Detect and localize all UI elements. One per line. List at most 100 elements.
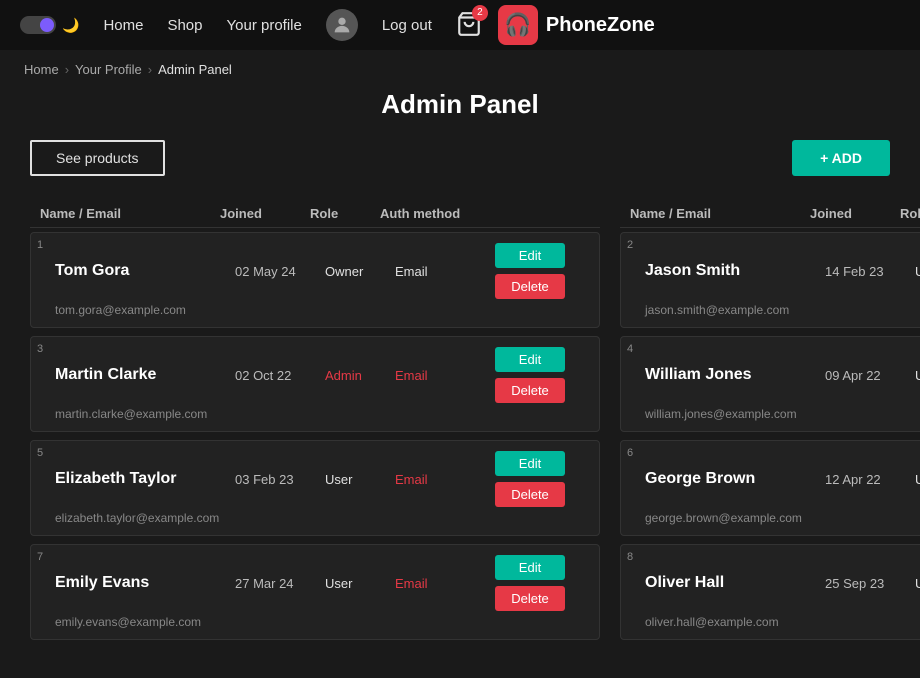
row-number: 4	[627, 343, 633, 355]
card-actions: Edit Delete	[495, 555, 585, 611]
see-products-button[interactable]: See products	[30, 140, 165, 176]
navbar: 🌙 Home Shop Your profile Log out 2 🎧	[0, 0, 920, 50]
delete-button[interactable]: Delete	[495, 482, 565, 507]
breadcrumb: Home › Your Profile › Admin Panel	[0, 50, 920, 89]
user-email: martin.clarke@example.com	[45, 407, 585, 421]
left-user-list: 1 Tom Gora 02 May 24 Owner Email Edit De…	[30, 232, 600, 640]
edit-button[interactable]: Edit	[495, 555, 565, 580]
table-row: 7 Emily Evans 27 Mar 24 User Email Edit …	[30, 544, 600, 640]
user-role: User	[915, 264, 920, 279]
user-email: emily.evans@example.com	[45, 615, 585, 629]
user-joined: 03 Feb 23	[235, 472, 325, 487]
left-table-header: Name / Email Joined Role Auth method	[30, 200, 600, 228]
dark-mode-toggle[interactable]: 🌙	[20, 16, 79, 34]
user-email: tom.gora@example.com	[45, 303, 585, 317]
edit-button[interactable]: Edit	[495, 347, 565, 372]
col-name-email-right: Name / Email	[630, 206, 810, 221]
edit-button[interactable]: Edit	[495, 451, 565, 476]
nav-home[interactable]: Home	[103, 17, 143, 34]
user-auth: Email	[395, 368, 495, 383]
cart-button[interactable]: 2	[456, 11, 482, 40]
user-role: User	[325, 576, 395, 591]
page-title: Admin Panel	[30, 89, 890, 120]
row-number: 2	[627, 239, 633, 251]
breadcrumb-profile[interactable]: Your Profile	[75, 62, 142, 77]
breadcrumb-sep-1: ›	[65, 62, 69, 77]
user-email: jason.smith@example.com	[635, 303, 920, 317]
user-name: William Jones	[645, 366, 825, 384]
breadcrumb-current: Admin Panel	[158, 62, 232, 77]
nav-logout[interactable]: Log out	[382, 17, 432, 34]
user-auth: Email	[395, 576, 495, 591]
user-name: Jason Smith	[645, 262, 825, 280]
user-name: Oliver Hall	[645, 574, 825, 592]
user-joined: 09 Apr 22	[825, 368, 915, 383]
card-actions: Edit Delete	[495, 347, 585, 403]
user-joined: 02 Oct 22	[235, 368, 325, 383]
delete-button[interactable]: Delete	[495, 378, 565, 403]
user-role: Owner	[325, 264, 395, 279]
col-role-left: Role	[310, 206, 380, 221]
user-auth: Email	[395, 264, 495, 279]
table-row: 4 William Jones 09 Apr 22 User Email Edi…	[620, 336, 920, 432]
avatar[interactable]	[326, 9, 358, 41]
add-user-button[interactable]: + ADD	[792, 140, 890, 176]
user-name: Elizabeth Taylor	[55, 470, 235, 488]
row-number: 5	[37, 447, 43, 459]
table-row: 8 Oliver Hall 25 Sep 23 User Email Edit …	[620, 544, 920, 640]
table-row: 1 Tom Gora 02 May 24 Owner Email Edit De…	[30, 232, 600, 328]
table-row: 2 Jason Smith 14 Feb 23 User Email Edit …	[620, 232, 920, 328]
breadcrumb-home[interactable]: Home	[24, 62, 59, 77]
col-joined-left: Joined	[220, 206, 310, 221]
row-number: 8	[627, 551, 633, 563]
row-number: 6	[627, 447, 633, 459]
user-joined: 27 Mar 24	[235, 576, 325, 591]
user-name: Emily Evans	[55, 574, 235, 592]
logo: 🎧 PhoneZone	[498, 5, 655, 45]
tables-row: Name / Email Joined Role Auth method 1 T…	[30, 200, 890, 648]
row-number: 1	[37, 239, 43, 251]
user-role: User	[915, 576, 920, 591]
col-joined-right: Joined	[810, 206, 900, 221]
nav-profile[interactable]: Your profile	[227, 17, 302, 34]
logo-text: PhoneZone	[546, 14, 655, 37]
moon-icon: 🌙	[62, 17, 79, 34]
right-table-header: Name / Email Joined Role Auth method	[620, 200, 920, 228]
row-number: 7	[37, 551, 43, 563]
right-user-list: 2 Jason Smith 14 Feb 23 User Email Edit …	[620, 232, 920, 640]
cart-badge: 2	[472, 5, 488, 21]
user-joined: 14 Feb 23	[825, 264, 915, 279]
left-table: Name / Email Joined Role Auth method 1 T…	[30, 200, 600, 648]
card-actions: Edit Delete	[495, 451, 585, 507]
edit-button[interactable]: Edit	[495, 243, 565, 268]
user-joined: 12 Apr 22	[825, 472, 915, 487]
table-row: 3 Martin Clarke 02 Oct 22 Admin Email Ed…	[30, 336, 600, 432]
table-row: 5 Elizabeth Taylor 03 Feb 23 User Email …	[30, 440, 600, 536]
user-role: User	[915, 472, 920, 487]
delete-button[interactable]: Delete	[495, 586, 565, 611]
user-role: Admin	[325, 368, 395, 383]
right-table: Name / Email Joined Role Auth method 2 J…	[620, 200, 920, 648]
user-email: george.brown@example.com	[635, 511, 920, 525]
user-name: Martin Clarke	[55, 366, 235, 384]
user-joined: 02 May 24	[235, 264, 325, 279]
user-email: william.jones@example.com	[635, 407, 920, 421]
col-role-right: Role	[900, 206, 920, 221]
user-email: oliver.hall@example.com	[635, 615, 920, 629]
col-auth-left: Auth method	[380, 206, 480, 221]
user-email: elizabeth.taylor@example.com	[45, 511, 585, 525]
delete-button[interactable]: Delete	[495, 274, 565, 299]
main-content: Admin Panel See products + ADD Name / Em…	[0, 89, 920, 678]
action-bar: See products + ADD	[30, 140, 890, 176]
breadcrumb-sep-2: ›	[148, 62, 152, 77]
nav-shop[interactable]: Shop	[167, 17, 202, 34]
card-actions: Edit Delete	[495, 243, 585, 299]
row-number: 3	[37, 343, 43, 355]
logo-icon: 🎧	[498, 5, 538, 45]
user-name: Tom Gora	[55, 262, 235, 280]
user-role: User	[915, 368, 920, 383]
table-row: 6 George Brown 12 Apr 22 User Email Edit…	[620, 440, 920, 536]
user-role: User	[325, 472, 395, 487]
user-name: George Brown	[645, 470, 825, 488]
col-name-email-left: Name / Email	[40, 206, 220, 221]
